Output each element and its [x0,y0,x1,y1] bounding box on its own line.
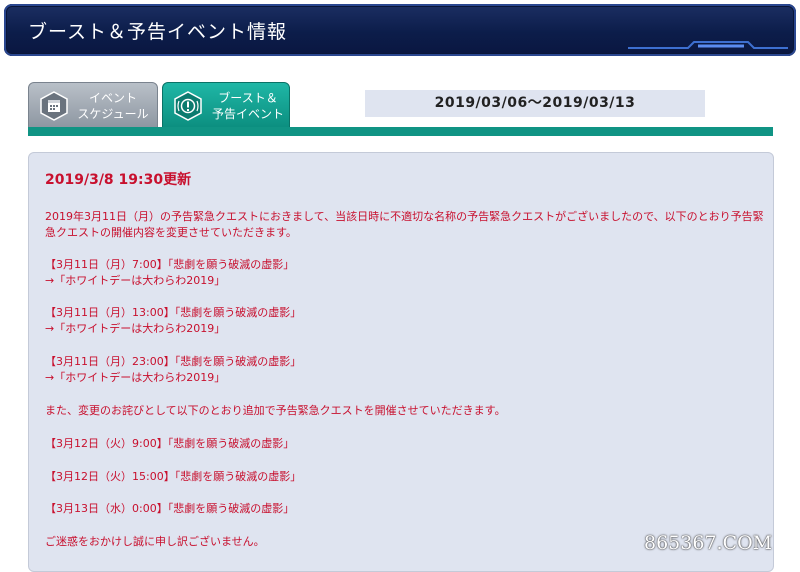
notice-line: 【3月12日（火）9:00】「悲劇を願う破滅の虚影」 [45,437,295,450]
tab-boost-preview-event-label: ブースト＆ 予告イベント [211,91,284,121]
notice-line: 【3月13日（水）0:00】「悲劇を願う破滅の虚影」 [45,502,295,515]
header-decoration [628,41,788,49]
notice-line: また、変更のお詫びとして以下のとおり追加で予告緊急クエストを開催させていただきま… [45,404,506,417]
notice-line: 【3月11日（月）7:00】「悲劇を願う破滅の虚影」 [45,258,295,271]
notice-line: 急クエストの開催内容を変更させていただきます。 [45,226,297,239]
tab-event-schedule[interactable]: イベント スケジュール [28,82,158,128]
date-range: 2019/03/06〜2019/03/13 [365,90,705,117]
notice-line: →「ホワイトデーは大わらわ2019」 [45,322,226,335]
notice-line: 2019年3月11日（月）の予告緊急クエストにおきまして、当該日時に不適切な名称… [45,210,764,223]
notice-line: 【3月11日（月）13:00】「悲劇を願う破滅の虚影」 [45,306,302,319]
calendar-icon [40,91,68,121]
tab-underline-bar [28,127,773,136]
page-header: ブースト＆予告イベント情報 [4,4,796,56]
notice-panel: 2019/3/8 19:30更新 2019年3月11日（月）の予告緊急クエストに… [28,152,774,572]
page-title: ブースト＆予告イベント情報 [28,21,288,43]
tab-event-schedule-label: イベント スケジュール [77,91,149,121]
watermark: 865367.COM [644,532,773,554]
notice-line: 【3月12日（火）15:00】「悲劇を願う破滅の虚影」 [45,470,302,483]
notice-line: →「ホワイトデーは大わらわ2019」 [45,371,226,384]
alert-icon [174,91,202,121]
notice-line: ご迷惑をおかけし誠に申し訳ございません。 [45,535,265,548]
notice-line: →「ホワイトデーは大わらわ2019」 [45,274,226,287]
notice-line: 【3月11日（月）23:00】「悲劇を願う破滅の虚影」 [45,355,302,368]
tab-boost-preview-event[interactable]: ブースト＆ 予告イベント [162,82,290,128]
update-title: 2019/3/8 19:30更新 [45,172,192,188]
